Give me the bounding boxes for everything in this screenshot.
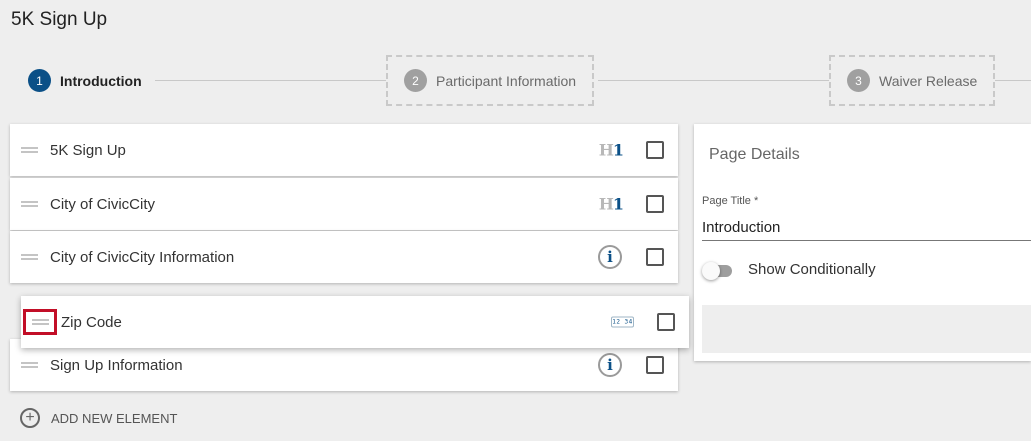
element-checkbox[interactable] bbox=[646, 248, 664, 266]
step-label: Waiver Release bbox=[879, 72, 978, 89]
step-waiver-release[interactable]: 3 Waiver Release bbox=[829, 55, 996, 106]
add-new-element-button[interactable]: + ADD NEW ELEMENT bbox=[20, 408, 177, 428]
element-checkbox[interactable] bbox=[646, 195, 664, 213]
page-title-input[interactable] bbox=[702, 215, 1031, 241]
toggle-thumb bbox=[702, 262, 720, 280]
element-label: Sign Up Information bbox=[50, 356, 183, 374]
drag-handle-icon[interactable] bbox=[21, 200, 38, 208]
step-number: 3 bbox=[847, 69, 870, 92]
step-number: 1 bbox=[28, 69, 51, 92]
element-card[interactable]: City of CivicCity H1 bbox=[10, 178, 678, 230]
zip-code-field-icon: 12 34 bbox=[611, 316, 634, 328]
heading-h1-icon: H1 bbox=[598, 140, 624, 160]
page-details-panel: Page Details Page Title * Show Condition… bbox=[694, 124, 1031, 361]
element-checkbox[interactable] bbox=[646, 356, 664, 374]
stepper-connector bbox=[598, 80, 829, 81]
element-card[interactable]: 5K Sign Up H1 bbox=[10, 124, 678, 176]
page-title: 5K Sign Up bbox=[11, 9, 108, 30]
element-label: Zip Code bbox=[61, 313, 122, 331]
page-title-label: Page Title * bbox=[702, 195, 759, 207]
info-icon: i bbox=[598, 353, 622, 377]
panel-footer bbox=[702, 305, 1031, 353]
element-label: 5K Sign Up bbox=[50, 141, 126, 159]
drag-handle-icon[interactable] bbox=[21, 146, 38, 154]
drag-handle-icon[interactable] bbox=[32, 318, 49, 326]
add-new-element-label: ADD NEW ELEMENT bbox=[51, 410, 178, 426]
drag-handle-icon[interactable] bbox=[21, 253, 38, 261]
info-icon: i bbox=[598, 245, 622, 269]
step-label: Introduction bbox=[60, 72, 142, 89]
step-label: Participant Information bbox=[436, 72, 577, 89]
add-circle-icon: + bbox=[20, 408, 40, 428]
element-label: City of CivicCity bbox=[50, 195, 156, 213]
stepper-connector bbox=[992, 80, 1031, 81]
element-checkbox[interactable] bbox=[646, 141, 664, 159]
element-label: City of CivicCity Information bbox=[50, 248, 235, 266]
element-card[interactable]: City of CivicCity Information i bbox=[10, 231, 678, 283]
show-conditionally-label: Show Conditionally bbox=[748, 261, 876, 278]
show-conditionally-toggle[interactable] bbox=[702, 262, 732, 280]
step-number: 2 bbox=[404, 69, 427, 92]
step-introduction[interactable]: 1 Introduction bbox=[28, 69, 142, 92]
panel-heading: Page Details bbox=[709, 146, 800, 163]
element-card-dragging[interactable]: Zip Code 12 34 bbox=[21, 296, 689, 348]
element-checkbox[interactable] bbox=[657, 313, 675, 331]
step-participant-information[interactable]: 2 Participant Information bbox=[386, 55, 595, 106]
drag-handle-icon[interactable] bbox=[21, 361, 38, 369]
heading-h1-icon: H1 bbox=[598, 194, 624, 214]
stepper-connector bbox=[155, 80, 386, 81]
